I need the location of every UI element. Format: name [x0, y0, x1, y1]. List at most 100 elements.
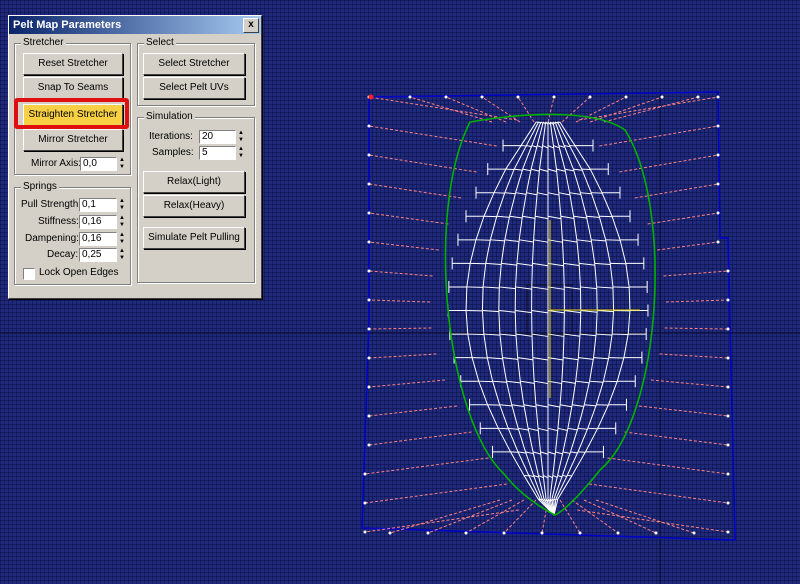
- vertex[interactable]: [367, 327, 371, 331]
- spinner-arrows[interactable]: ▲ ▼: [237, 130, 245, 144]
- vertex[interactable]: [726, 414, 730, 418]
- spinner-up-icon[interactable]: ▲: [118, 248, 126, 255]
- vertex[interactable]: [588, 95, 592, 99]
- lock-open-edges-checkbox[interactable]: [23, 268, 35, 280]
- spinner-arrows[interactable]: ▲ ▼: [118, 232, 126, 246]
- vertex[interactable]: [367, 153, 371, 157]
- simulate-pelt-pulling-button[interactable]: Simulate Pelt Pulling: [143, 227, 245, 249]
- vertex[interactable]: [367, 356, 371, 360]
- vertex[interactable]: [726, 385, 730, 389]
- stiffness-spinner[interactable]: 0,16 ▲ ▼: [79, 215, 126, 229]
- vertex[interactable]: [367, 182, 371, 186]
- spinner-arrows[interactable]: ▲ ▼: [118, 157, 126, 171]
- vertex[interactable]: [726, 530, 730, 534]
- vertex[interactable]: [367, 211, 371, 215]
- mirror-axis-spinner[interactable]: 0,0 ▲ ▼: [80, 157, 126, 171]
- mirror-axis-value[interactable]: 0,0: [80, 157, 117, 171]
- stretcher-group-title: Stretcher: [21, 37, 66, 49]
- vertex[interactable]: [367, 269, 371, 273]
- dialog-titlebar[interactable]: Pelt Map Parameters x: [9, 16, 261, 34]
- vertex[interactable]: [696, 95, 700, 99]
- selected-vertex[interactable]: [368, 94, 374, 100]
- spinner-up-icon[interactable]: ▲: [118, 198, 126, 205]
- spring-line: [368, 183, 462, 199]
- pull-strength-spinner[interactable]: 0,1 ▲ ▼: [79, 198, 126, 212]
- vertex[interactable]: [516, 95, 520, 99]
- relax-light-button[interactable]: Relax(Light): [143, 171, 245, 193]
- vertex[interactable]: [716, 95, 720, 99]
- vertex[interactable]: [367, 443, 371, 447]
- vertex[interactable]: [363, 472, 367, 476]
- vertex[interactable]: [578, 531, 582, 535]
- spinner-up-icon[interactable]: ▲: [237, 130, 245, 137]
- vertex[interactable]: [726, 327, 730, 331]
- vertex[interactable]: [426, 531, 430, 535]
- relax-heavy-button[interactable]: Relax(Heavy): [143, 195, 245, 217]
- vertex[interactable]: [726, 298, 730, 302]
- spinner-down-icon[interactable]: ▼: [237, 153, 245, 160]
- spinner-down-icon[interactable]: ▼: [118, 164, 126, 171]
- vertex[interactable]: [444, 95, 448, 99]
- vertex[interactable]: [726, 269, 730, 273]
- spinner-arrows[interactable]: ▲ ▼: [118, 248, 126, 262]
- vertex[interactable]: [502, 531, 506, 535]
- iterations-value[interactable]: 20: [199, 130, 236, 144]
- vertex[interactable]: [726, 443, 730, 447]
- samples-spinner[interactable]: 5 ▲ ▼: [199, 146, 245, 160]
- vertex[interactable]: [367, 385, 371, 389]
- spinner-down-icon[interactable]: ▼: [118, 255, 126, 262]
- vertex[interactable]: [540, 531, 544, 535]
- spinner-arrows[interactable]: ▲ ▼: [118, 215, 126, 229]
- vertex[interactable]: [388, 531, 392, 535]
- snap-to-seams-button[interactable]: Snap To Seams: [23, 77, 123, 99]
- spinner-arrows[interactable]: ▲ ▼: [237, 146, 245, 160]
- spinner-down-icon[interactable]: ▼: [118, 222, 126, 229]
- mesh-edge: [601, 192, 613, 217]
- vertex[interactable]: [692, 531, 696, 535]
- vertex[interactable]: [363, 530, 367, 534]
- vertex[interactable]: [654, 531, 658, 535]
- vertex[interactable]: [726, 501, 730, 505]
- spinner-down-icon[interactable]: ▼: [118, 239, 126, 246]
- decay-value[interactable]: 0,25: [79, 248, 117, 262]
- vertex[interactable]: [552, 95, 556, 99]
- vertex[interactable]: [464, 531, 468, 535]
- vertex[interactable]: [716, 182, 720, 186]
- dampening-value[interactable]: 0,16: [79, 232, 117, 246]
- stiffness-value[interactable]: 0,16: [79, 215, 117, 229]
- select-pelt-uvs-button[interactable]: Select Pelt UVs: [143, 77, 245, 99]
- pull-strength-value[interactable]: 0,1: [79, 198, 117, 212]
- vertex[interactable]: [716, 153, 720, 157]
- spinner-up-icon[interactable]: ▲: [118, 232, 126, 239]
- close-button[interactable]: x: [243, 18, 259, 33]
- decay-spinner[interactable]: 0,25 ▲ ▼: [79, 248, 126, 262]
- transform-gizmo[interactable]: [549, 220, 640, 398]
- spinner-down-icon[interactable]: ▼: [118, 205, 126, 212]
- iterations-spinner[interactable]: 20 ▲ ▼: [199, 130, 245, 144]
- spinner-up-icon[interactable]: ▲: [118, 157, 126, 164]
- vertex[interactable]: [716, 240, 720, 244]
- dampening-spinner[interactable]: 0,16 ▲ ▼: [79, 232, 126, 246]
- vertex[interactable]: [367, 414, 371, 418]
- spinner-up-icon[interactable]: ▲: [237, 146, 245, 153]
- vertex[interactable]: [726, 356, 730, 360]
- vertex[interactable]: [367, 298, 371, 302]
- vertex[interactable]: [616, 531, 620, 535]
- vertex[interactable]: [624, 95, 628, 99]
- spinner-down-icon[interactable]: ▼: [237, 137, 245, 144]
- vertex[interactable]: [716, 211, 720, 215]
- vertex[interactable]: [726, 472, 730, 476]
- reset-stretcher-button[interactable]: Reset Stretcher: [23, 53, 123, 75]
- vertex[interactable]: [716, 124, 720, 128]
- vertex[interactable]: [363, 501, 367, 505]
- vertex[interactable]: [367, 240, 371, 244]
- select-stretcher-button[interactable]: Select Stretcher: [143, 53, 245, 75]
- vertex[interactable]: [408, 95, 412, 99]
- samples-value[interactable]: 5: [199, 146, 236, 160]
- vertex[interactable]: [660, 95, 664, 99]
- vertex[interactable]: [480, 95, 484, 99]
- mirror-stretcher-button[interactable]: Mirror Stretcher: [23, 129, 123, 151]
- spinner-arrows[interactable]: ▲ ▼: [118, 198, 126, 212]
- vertex[interactable]: [367, 124, 371, 128]
- spinner-up-icon[interactable]: ▲: [118, 215, 126, 222]
